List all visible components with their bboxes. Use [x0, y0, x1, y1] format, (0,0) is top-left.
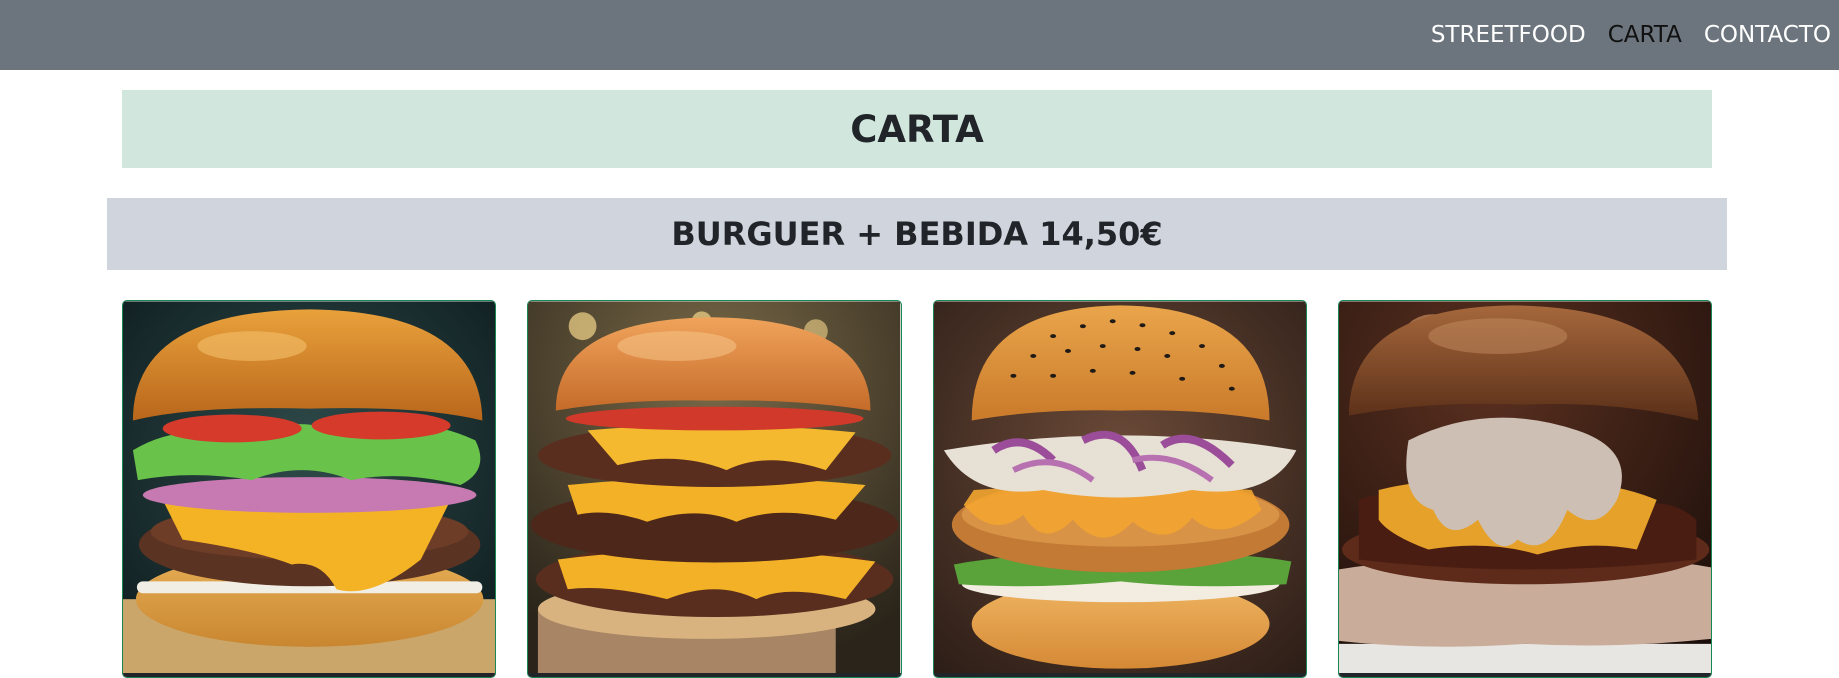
- chicken-burger-image: [933, 301, 1306, 677]
- nav-link-streetfood[interactable]: STREETFOOD: [1431, 22, 1586, 48]
- nav-link-carta[interactable]: CARTA: [1608, 22, 1682, 48]
- nav-links: STREETFOOD CARTA CONTACTO: [1431, 0, 1831, 70]
- card-footer: [933, 673, 1306, 677]
- page-title: CARTA: [850, 107, 984, 151]
- navbar: STREETFOOD CARTA CONTACTO: [0, 0, 1839, 70]
- promo-bar: BURGUER + BEBIDA 14,50€: [107, 198, 1727, 270]
- card-footer: [1338, 673, 1711, 677]
- menu-card[interactable]: [527, 300, 902, 678]
- card-footer: [528, 673, 901, 677]
- card-footer: [123, 673, 496, 677]
- cheeseburger-image: [123, 301, 496, 677]
- bacon-burger-image: [1338, 301, 1711, 677]
- smash-burger-image: [528, 301, 901, 677]
- promo-title: BURGUER + BEBIDA 14,50€: [671, 215, 1163, 253]
- menu-card[interactable]: [932, 300, 1307, 678]
- nav-link-contacto[interactable]: CONTACTO: [1704, 22, 1831, 48]
- menu-card[interactable]: [122, 300, 497, 678]
- menu-card[interactable]: [1337, 300, 1712, 678]
- page-title-bar: CARTA: [122, 90, 1712, 168]
- menu-card-grid: [122, 300, 1712, 678]
